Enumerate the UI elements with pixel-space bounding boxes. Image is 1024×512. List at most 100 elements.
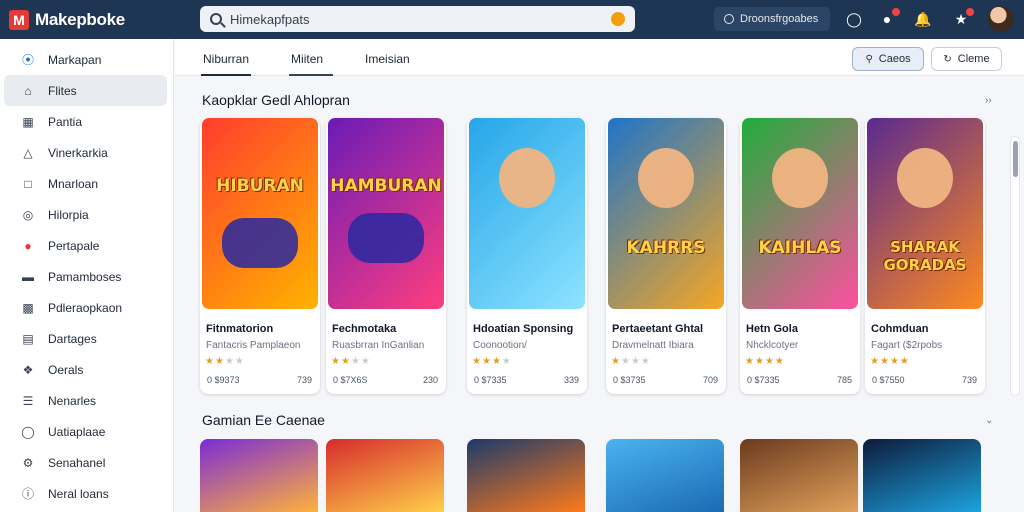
game-card-subtitle: Nhcklcotyer <box>746 340 799 351</box>
sidebar-item[interactable]: ◎ Hilorpia <box>4 199 167 230</box>
sidebar-item[interactable]: ▩ Pdleraopkaon <box>4 292 167 323</box>
star-icon: ★ <box>214 356 225 367</box>
tab-imeisian[interactable]: Imeisian <box>363 52 412 75</box>
game-card-subtitle: Dravmelnatt Ibiara <box>612 340 694 351</box>
search-badge-icon[interactable] <box>611 12 625 26</box>
brand-name: Makepboke <box>35 9 125 29</box>
sidebar-item-label: Flites <box>48 83 77 98</box>
star-icon: ★ <box>879 356 890 367</box>
game-card-thumbnail[interactable] <box>326 439 444 512</box>
sidebar-item[interactable]: ▦ Pantia <box>4 106 167 137</box>
game-card-artwork <box>469 118 585 309</box>
star-icon: ★ <box>611 356 621 367</box>
sidebar-item[interactable]: ⌂ Flites <box>4 75 167 106</box>
sidebar-item[interactable]: ▤ Dartages <box>4 323 167 354</box>
tab-niburran[interactable]: Niburran <box>201 52 252 76</box>
sidebar-item[interactable]: ▬ Pamamboses <box>4 261 167 292</box>
game-card-count: 709 <box>702 375 718 385</box>
notification-icon[interactable]: ● <box>878 8 900 28</box>
scrollbar[interactable] <box>1010 136 1020 396</box>
sidebar-item[interactable]: ⓘ Neral loans <box>4 478 167 509</box>
avatar[interactable] <box>988 6 1014 32</box>
sidebar-item[interactable]: ☰ Nenarles <box>4 385 167 416</box>
game-card[interactable]: Hdoatian Sponsing Coonootion/★★★★ 0 $7335 3… <box>467 118 587 394</box>
star-icon: ★ <box>745 356 755 367</box>
sidebar-item-label: Neral loans <box>48 486 109 501</box>
search-bar[interactable] <box>200 6 635 32</box>
gamepad-icon <box>348 213 424 263</box>
game-card-title: Pertaeetant Ghtal <box>612 323 704 335</box>
sidebar-item[interactable]: ⦿ Markapan <box>4 44 167 75</box>
folder-icon: ▬ <box>22 269 34 284</box>
game-card-price: 0 $7550 <box>872 375 905 385</box>
game-card-footer: 0 $7335 339 <box>474 375 579 385</box>
character-illustration <box>638 148 694 208</box>
wrench-icon: ❖ <box>22 362 34 377</box>
star-icon: ★ <box>899 356 910 367</box>
sidebar-item[interactable]: ● Pertapale <box>4 230 167 261</box>
chart-icon: ▤ <box>22 331 34 346</box>
game-card-thumbnail[interactable] <box>606 439 724 512</box>
rating-stars: ★★★★ <box>745 356 860 367</box>
gift-icon[interactable]: ★ <box>952 8 974 28</box>
search-input[interactable] <box>230 11 611 27</box>
sidebar-item[interactable]: ◯ Uatiaplaae <box>4 416 167 447</box>
sidebar-item[interactable]: △ Vinerkarkia <box>4 137 167 168</box>
info-icon: ⓘ <box>21 487 34 501</box>
game-card-price: 0 $9373 <box>207 375 240 385</box>
game-logo-text: HAMBURAN <box>330 176 442 196</box>
sidebar-item[interactable]: ❖ Oerals <box>4 354 167 385</box>
game-card-price: 0 $7X6S <box>333 375 368 385</box>
section-more-icon[interactable]: ›› <box>985 95 992 106</box>
star-icon: ★ <box>360 356 371 367</box>
brand-logo-icon: M <box>9 9 29 30</box>
section-title-games: Gamian Ee Caenae <box>202 412 325 428</box>
game-card[interactable]: HIBURAN Fitnmatorion Fantacris Pamplaeon ★★… <box>200 118 320 394</box>
section-collapse-icon[interactable]: ⌄ <box>985 415 993 426</box>
game-card[interactable]: SHARAK GORADAS Cohmduan Fagart ($2rpobs ★★★… <box>865 118 985 394</box>
game-logo-text: KAHRRS <box>626 238 706 258</box>
sidebar-item-label: Pamamboses <box>48 269 122 284</box>
top-pill-button[interactable]: Droonsfrgoabes <box>714 7 830 31</box>
brand[interactable]: M Makepboke <box>0 9 174 30</box>
gamepad-icon <box>222 218 298 268</box>
star-icon: ★ <box>620 356 631 367</box>
game-card-count: 230 <box>422 375 438 385</box>
sidebar-item-label: Markapan <box>48 52 102 67</box>
game-card[interactable]: HAMBURAN Fechmotaka Ruasbrran InGanlian ★★★… <box>326 118 446 394</box>
star-icon: ★ <box>340 356 351 367</box>
star-icon: ★ <box>870 356 880 367</box>
cleme-button[interactable]: ↻ Cleme <box>931 47 1002 71</box>
game-card-thumbnail[interactable] <box>467 439 585 512</box>
game-card-thumbnail[interactable] <box>200 439 318 512</box>
game-card-subtitle: Coonootion/ <box>473 340 527 351</box>
sidebar-item[interactable]: ⚙ Senahanel <box>4 447 167 478</box>
edit-icon <box>724 14 734 24</box>
tab-miiten[interactable]: Miiten <box>289 52 334 76</box>
caeos-button[interactable]: ⚲ Caeos <box>852 47 924 71</box>
game-logo-text: HIBURAN <box>216 176 304 196</box>
rating-stars: ★★★★ <box>611 356 726 367</box>
game-card-artwork: SHARAK GORADAS <box>867 118 983 309</box>
game-card-title: Cohmduan <box>871 323 929 335</box>
character-illustration <box>772 148 828 208</box>
star-icon: ★ <box>234 356 245 367</box>
sidebar-item-label: Uatiaplaae <box>48 424 106 439</box>
game-card-thumbnail[interactable] <box>863 439 981 512</box>
sidebar-item[interactable]: □ Mnarloan <box>4 168 167 199</box>
scrollbar-thumb[interactable] <box>1013 141 1018 177</box>
sidebar-item-label: Oerals <box>48 362 84 377</box>
star-icon: ★ <box>331 356 341 367</box>
character-illustration <box>897 148 953 208</box>
character-illustration <box>499 148 555 208</box>
circle-icon: ◯ <box>21 424 35 439</box>
sidebar-item-label: Hilorpia <box>48 207 89 222</box>
chat-icon[interactable]: ◯ <box>845 10 863 28</box>
game-card[interactable]: KAIHLAS Hetn Gola Nhcklcotyer ★★★★ 0 $7335 78… <box>740 118 860 394</box>
game-card-subtitle: Fagart ($2rpobs <box>871 340 943 351</box>
game-card-thumbnail[interactable] <box>740 439 858 512</box>
star-icon: ★ <box>224 356 235 367</box>
compass-icon: ⦿ <box>21 53 34 67</box>
game-card[interactable]: KAHRRS Pertaeetant Ghtal Dravmelnatt Ibiar… <box>606 118 726 394</box>
bell-icon[interactable]: 🔔 <box>914 10 932 28</box>
